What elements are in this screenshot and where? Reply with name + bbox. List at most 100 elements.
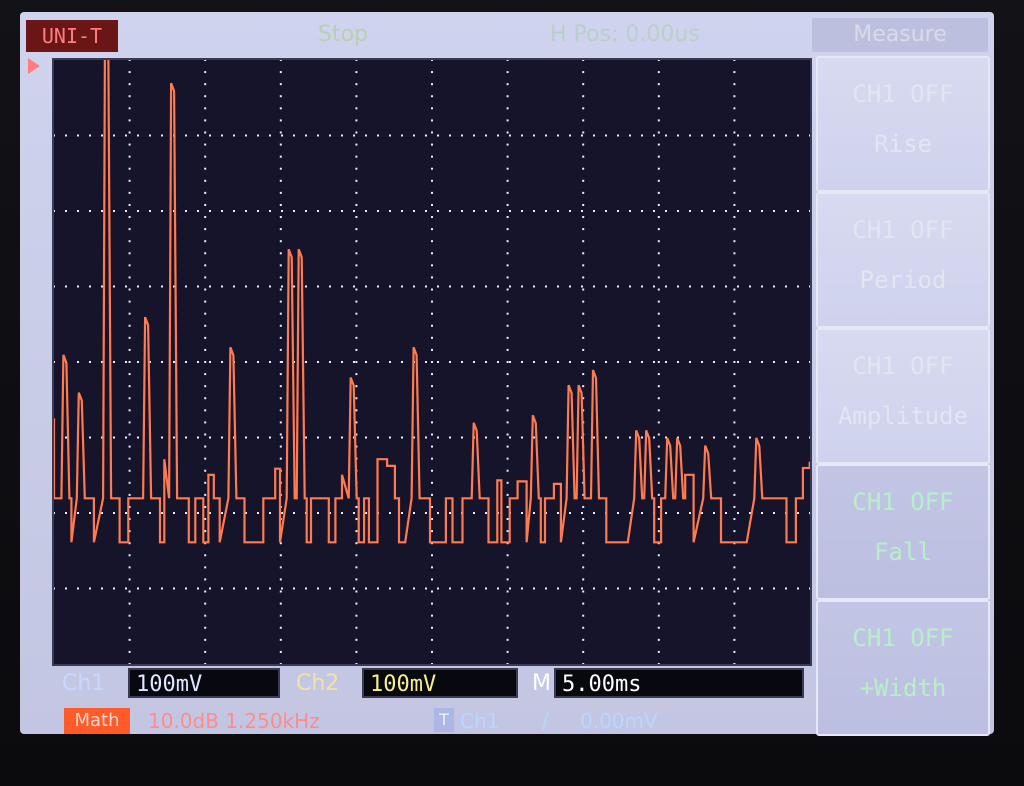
grid-dot — [593, 134, 595, 137]
grid-dot — [401, 210, 403, 212]
grid-dot — [204, 119, 207, 122]
grid-dot — [506, 433, 509, 436]
grid-dot — [355, 348, 358, 351]
grid-dot — [733, 385, 736, 388]
grid-dot — [293, 587, 295, 590]
grid-dot — [355, 578, 358, 581]
grid-dot — [641, 436, 643, 439]
grid-dot — [657, 433, 660, 436]
grid-dot — [355, 191, 358, 194]
grid-dot — [582, 264, 585, 267]
grid-dot — [629, 285, 631, 288]
grid-dot — [128, 590, 131, 593]
grid-dot — [653, 361, 655, 363]
grid-dot — [657, 397, 660, 400]
grid-dot — [737, 361, 739, 363]
menu-item-source: CH1 OFF — [852, 488, 954, 516]
grid-dot — [204, 216, 207, 219]
grid-dot — [737, 210, 739, 212]
grid-dot — [204, 433, 207, 436]
grid-dot — [701, 210, 703, 212]
grid-dot — [582, 505, 585, 508]
grid-dot — [473, 512, 475, 514]
grid-dot — [641, 210, 643, 212]
grid-dot — [797, 210, 799, 212]
grid-dot — [605, 285, 607, 288]
grid-dot — [533, 285, 535, 288]
grid-dot — [665, 210, 667, 212]
grid-dot — [113, 512, 115, 514]
grid-dot — [749, 285, 751, 288]
grid-dot — [545, 285, 547, 288]
grid-dot — [204, 481, 207, 484]
grid-dot — [204, 663, 207, 664]
grid-dot — [209, 436, 211, 439]
grid-dot — [355, 638, 358, 641]
grid-dot — [785, 436, 787, 439]
grid-dot — [389, 134, 391, 137]
menu-item-label: Rise — [874, 130, 932, 158]
grid-dot — [725, 210, 727, 212]
grid-dot — [449, 285, 451, 288]
menu-item-rise[interactable]: CH1 OFF Rise — [816, 56, 990, 192]
grid-dot — [431, 83, 433, 86]
menu-item-fall[interactable]: CH1 OFF Fall — [816, 464, 990, 600]
grid-dot — [733, 216, 736, 219]
grid-dot — [185, 210, 187, 212]
oscilloscope-screen: UNI-T Stop H Pos: 0.00us Measure CH1 OFF… — [20, 12, 994, 736]
grid-dot — [665, 361, 667, 363]
grid-dot — [582, 638, 585, 641]
grid-dot — [506, 324, 509, 327]
grid-dot — [77, 587, 79, 590]
grid-dot — [355, 276, 358, 279]
grid-dot — [341, 134, 343, 137]
grid-dot — [128, 433, 131, 436]
grid-dot — [128, 324, 131, 327]
grid-dot — [785, 587, 787, 590]
grid-dot — [733, 530, 736, 533]
grid-dot — [341, 361, 343, 363]
grid-dot — [279, 348, 282, 351]
grid-dot — [431, 131, 433, 134]
menu-item-amplitude[interactable]: CH1 OFF Amplitude — [816, 328, 990, 464]
grid-dot — [401, 134, 403, 137]
menu-item-positive-width[interactable]: CH1 OFF +Width — [816, 600, 990, 736]
grid-dot — [521, 210, 523, 212]
grid-dot — [449, 134, 451, 137]
grid-dot — [545, 361, 547, 363]
grid-dot — [582, 348, 585, 351]
grid-dot — [431, 445, 433, 448]
grid-dot — [431, 336, 433, 339]
grid-dot — [657, 312, 660, 315]
grid-dot — [431, 590, 433, 593]
grid-dot — [582, 203, 585, 206]
grid-dot — [77, 361, 79, 363]
grid-dot — [509, 210, 511, 212]
grid-dot — [279, 167, 282, 170]
grid-dot — [689, 210, 691, 212]
grid-dot — [725, 134, 727, 137]
grid-dot — [506, 505, 509, 508]
grid-dot — [128, 469, 131, 472]
grid-dot — [733, 143, 736, 146]
grid-dot — [245, 436, 247, 439]
grid-dot — [204, 397, 207, 400]
grid-dot — [725, 512, 727, 514]
grid-dot — [657, 324, 660, 327]
grid-dot — [341, 210, 343, 212]
grid-dot — [279, 216, 282, 219]
grid-dot — [128, 264, 131, 267]
grid-dot — [733, 373, 736, 376]
grid-dot — [204, 107, 207, 110]
menu-item-period[interactable]: CH1 OFF Period — [816, 192, 990, 328]
grid-dot — [506, 143, 509, 146]
grid-dot — [204, 167, 207, 170]
grid-dot — [128, 203, 131, 206]
grid-dot — [233, 285, 235, 288]
grid-dot — [677, 210, 679, 212]
grid-dot — [506, 638, 509, 641]
grid-dot — [506, 71, 509, 74]
grid-dot — [582, 626, 585, 629]
grid-dot — [204, 518, 207, 521]
grid-dot — [389, 285, 391, 288]
